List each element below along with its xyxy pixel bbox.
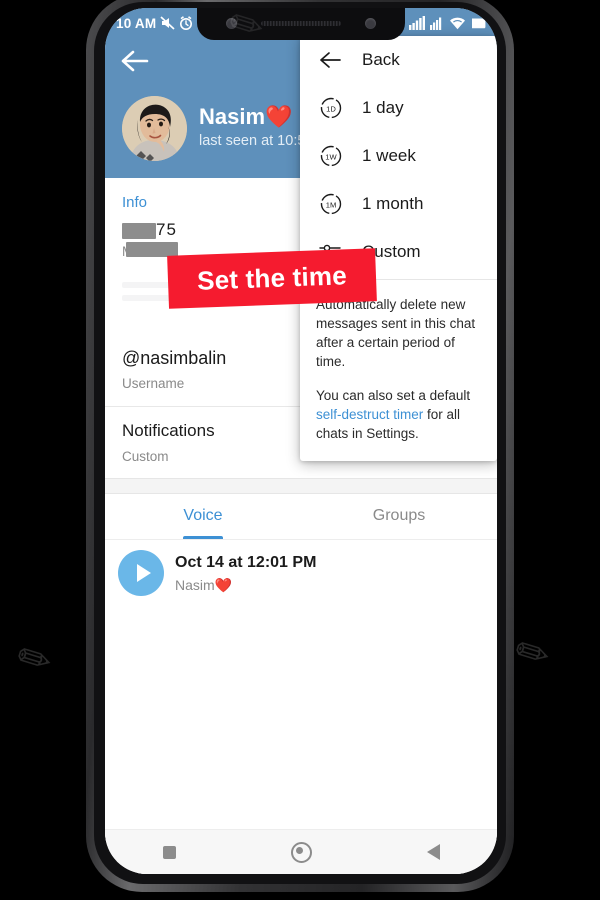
- tab-groups-label: Groups: [372, 507, 426, 524]
- circle-home-icon[interactable]: [290, 841, 312, 863]
- menu-item-1-week-label: 1 week: [362, 146, 416, 165]
- notifications-title: Notifications: [122, 421, 215, 440]
- description-prefix: You can also set a default: [316, 388, 471, 403]
- notifications-subtitle: Custom: [122, 449, 169, 464]
- tab-voice[interactable]: Voice: [105, 493, 301, 539]
- self-destruct-timer-link[interactable]: self-destruct timer: [316, 407, 423, 422]
- battery-icon: [472, 18, 486, 29]
- set-the-time-callout-label: Set the time: [196, 260, 348, 296]
- description-paragraph-2: You can also set a default self-destruct…: [316, 386, 481, 443]
- phone-number-label: Mobile: [122, 242, 178, 259]
- voice-message-sender: Nasim❤️: [175, 577, 233, 593]
- play-icon[interactable]: [118, 550, 164, 596]
- menu-item-1-week[interactable]: 1W 1 week: [300, 132, 497, 180]
- phone-number-value[interactable]: 75: [122, 220, 177, 240]
- screenshot-stage: Nasim❤️ last seen at 10:59 Info 75 Mobil…: [0, 0, 600, 900]
- camera-dot-right: [365, 17, 376, 29]
- camera-dot-left: [226, 17, 237, 29]
- voice-message-date: Oct 14 at 12:01 PM: [175, 554, 317, 571]
- svg-text:1W: 1W: [325, 152, 337, 161]
- menu-item-back[interactable]: Back: [300, 36, 497, 84]
- signal-1-icon: [409, 16, 425, 30]
- username-value[interactable]: @nasimbalin: [122, 348, 226, 369]
- tab-voice-label: Voice: [183, 507, 223, 524]
- phone-notch: [197, 8, 405, 40]
- back-arrow-icon[interactable]: [120, 48, 150, 74]
- voice-message-row[interactable]: Oct 14 at 12:01 PM Nasim❤️: [105, 543, 497, 605]
- triangle-back-icon[interactable]: [426, 844, 440, 860]
- auto-delete-timer-menu: Back 1D 1 day 1W 1 week 1M 1 month Custo…: [300, 36, 497, 461]
- profile-last-seen: last seen at 10:59: [199, 133, 314, 149]
- set-the-time-callout: Set the time: [167, 248, 377, 309]
- status-bar-time: 10 AM: [116, 15, 157, 31]
- earpiece-speaker: [261, 20, 341, 26]
- square-recents-icon[interactable]: [162, 845, 176, 859]
- menu-item-1-day-label: 1 day: [362, 98, 404, 117]
- tab-bar: Voice Groups: [105, 493, 497, 539]
- status-bar-left: 10 AM: [114, 16, 193, 31]
- back-arrow-icon: [318, 47, 344, 73]
- phone-number-digits: 75: [156, 220, 177, 239]
- mute-icon: [160, 16, 175, 30]
- status-bar-right: [409, 16, 488, 30]
- phone-screen: Nasim❤️ last seen at 10:59 Info 75 Mobil…: [105, 8, 497, 874]
- info-section-title: Info: [122, 194, 148, 211]
- menu-item-1-day[interactable]: 1D 1 day: [300, 84, 497, 132]
- tab-groups[interactable]: Groups: [301, 493, 497, 539]
- svg-text:1M: 1M: [326, 200, 337, 209]
- menu-item-1-month[interactable]: 1M 1 month: [300, 180, 497, 228]
- menu-item-back-label: Back: [362, 50, 400, 69]
- auto-delete-description: Automatically delete new messages sent i…: [300, 280, 497, 461]
- profile-name: Nasim❤️: [199, 104, 293, 129]
- timer-1d-icon: 1D: [318, 95, 344, 121]
- alarm-icon: [180, 16, 193, 30]
- menu-item-1-month-label: 1 month: [362, 194, 424, 213]
- username-label: Username: [122, 376, 185, 391]
- description-paragraph-1: Automatically delete new messages sent i…: [316, 297, 476, 369]
- signal-2-icon: [430, 17, 442, 30]
- timer-1w-icon: 1W: [318, 143, 344, 169]
- tab-bar-underline: [105, 539, 497, 540]
- svg-text:1D: 1D: [326, 104, 336, 113]
- wifi-icon: [450, 17, 465, 30]
- watermark: ✎: [9, 631, 61, 688]
- timer-1m-icon: 1M: [318, 191, 344, 217]
- avatar[interactable]: [122, 96, 187, 161]
- section-gap: [105, 478, 497, 494]
- watermark: ✎: [507, 625, 559, 682]
- android-nav-bar: [105, 829, 497, 874]
